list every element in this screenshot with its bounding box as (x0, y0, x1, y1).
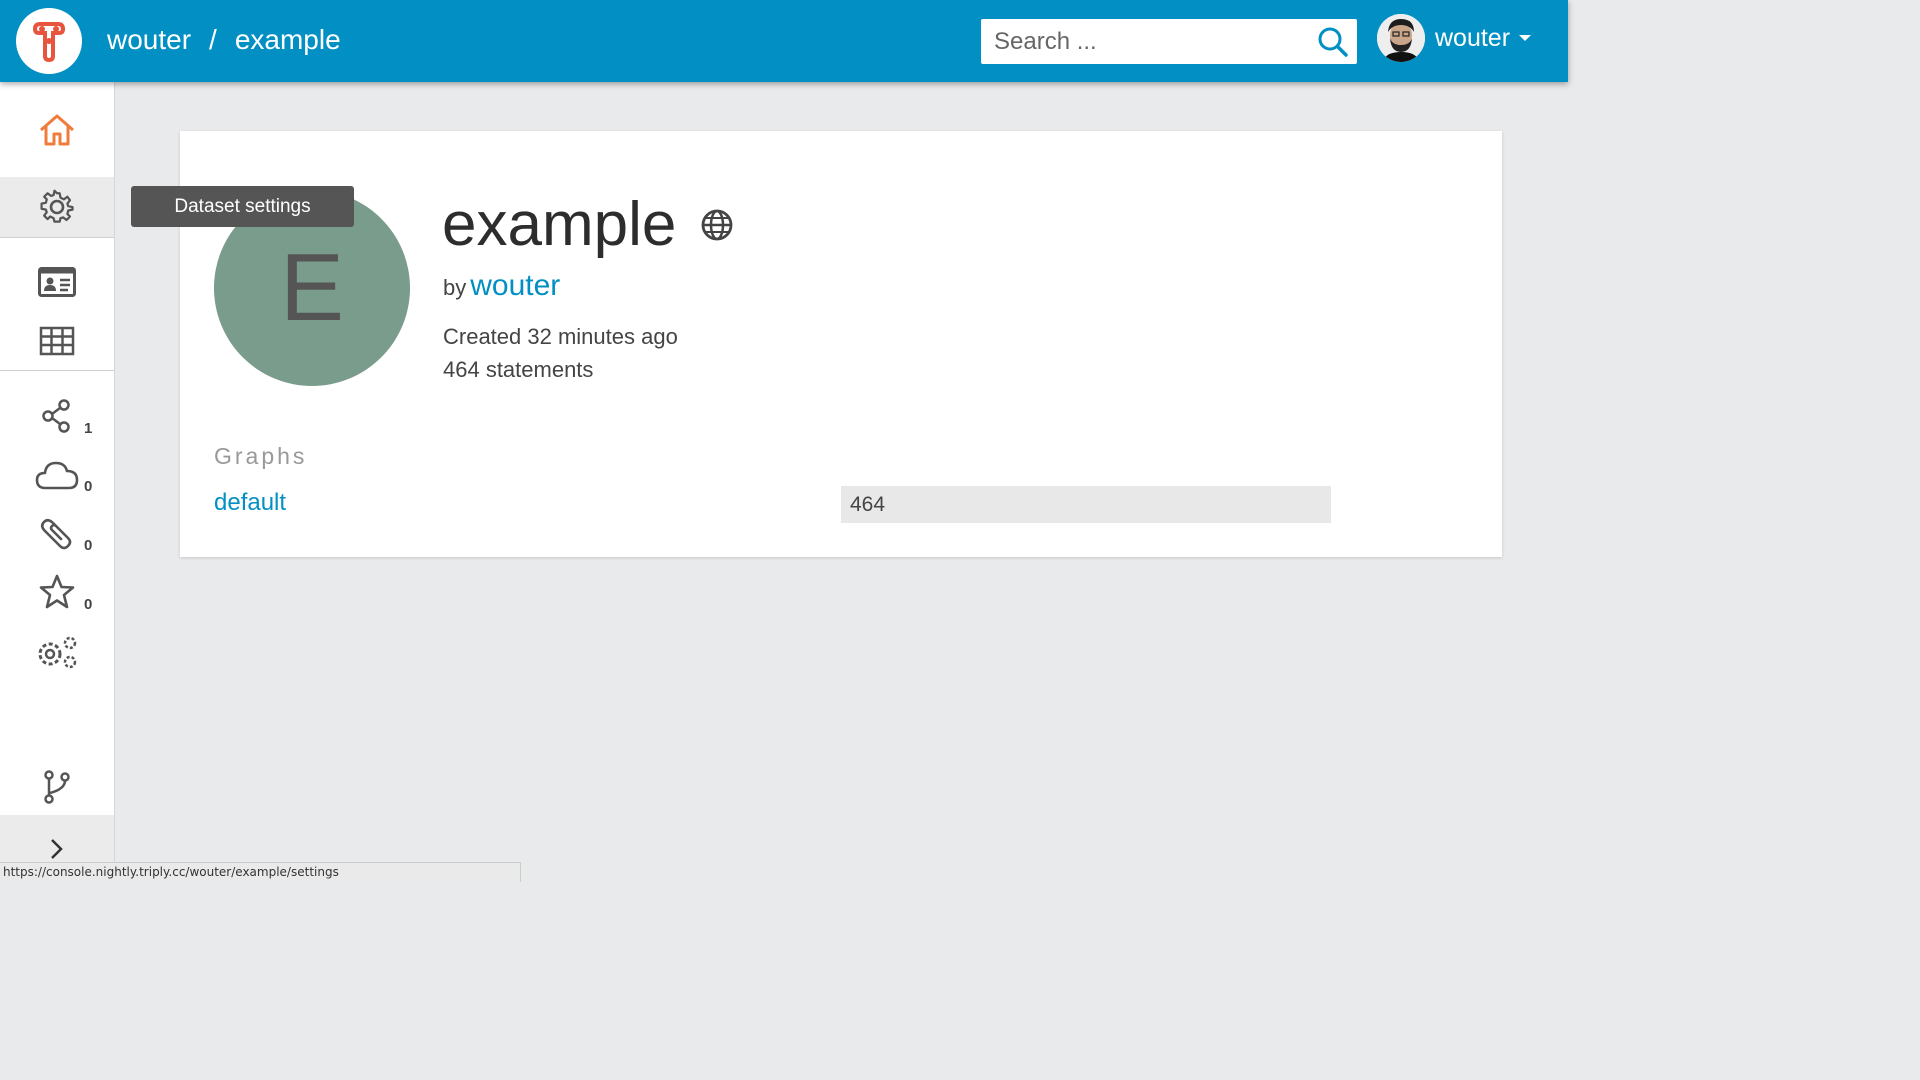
user-menu[interactable]: wouter (1377, 13, 1532, 63)
graph-size-bar: 464 (841, 486, 1331, 523)
home-icon (40, 114, 74, 145)
share-icon (42, 399, 70, 433)
paperclip-icon (40, 518, 72, 550)
user-name: wouter (1435, 23, 1511, 52)
breadcrumb-dataset[interactable]: example (235, 24, 341, 56)
gear-icon (40, 189, 74, 223)
avatar (1377, 14, 1425, 62)
tooltip: Dataset settings (131, 186, 354, 227)
sidebar: 1 0 0 0 (0, 82, 115, 882)
triply-logo[interactable] (16, 8, 82, 74)
sidebar-item-versions[interactable] (0, 757, 114, 817)
sidebar-item-information[interactable] (0, 254, 114, 310)
caret-down-icon (1519, 35, 1532, 41)
globe-icon (701, 209, 733, 240)
dataset-title: example (442, 190, 677, 259)
page-title: example (442, 189, 734, 260)
user-photo-icon (1377, 14, 1425, 62)
by-label: by (443, 275, 467, 300)
public-access (700, 208, 734, 242)
sidebar-item-stories[interactable] (0, 564, 114, 620)
sidebar-divider (0, 237, 114, 238)
sidebar-item-home[interactable] (0, 92, 114, 167)
link-status-bar: https://console.nightly.triply.cc/wouter… (0, 862, 521, 882)
created-time: Created 32 minutes ago (443, 324, 678, 349)
search-icon (1318, 27, 1348, 57)
sidebar-item-settings[interactable] (0, 177, 114, 237)
graphs-heading: Graphs (214, 443, 308, 469)
dataset-initial: E (279, 234, 345, 341)
stories-count: 0 (84, 596, 93, 613)
search-button[interactable] (1315, 24, 1351, 60)
graph-statement-count: 464 (850, 492, 886, 516)
breadcrumb-separator: / (209, 24, 217, 55)
sidebar-item-assets[interactable] (0, 505, 114, 561)
id-card-icon (38, 267, 76, 297)
sidebar-divider (0, 370, 114, 371)
graphs-count: 1 (84, 420, 93, 437)
sidebar-item-services[interactable] (0, 447, 114, 503)
sidebar-item-graphs[interactable] (0, 387, 114, 445)
logo-icon (32, 22, 66, 63)
chevron-right-icon (51, 838, 63, 859)
breadcrumb-owner[interactable]: wouter (107, 24, 191, 56)
services-count: 0 (84, 478, 93, 495)
sidebar-item-table[interactable] (0, 314, 114, 368)
statement-count: 464 statements (443, 357, 594, 382)
top-bar: wouter / example wouter (0, 0, 1568, 82)
gears-icon (38, 636, 77, 669)
assets-count: 0 (84, 537, 93, 554)
star-icon (39, 574, 75, 609)
owner-link[interactable]: wouter (470, 269, 560, 302)
sidebar-item-admin[interactable] (0, 624, 114, 680)
owner-line: by wouter (443, 269, 560, 303)
dataset-card: E example by wouter Created 32 minutes ag… (180, 131, 1502, 557)
breadcrumb: wouter / example (107, 24, 341, 56)
search-input[interactable] (981, 19, 1311, 64)
cloud-icon (35, 461, 79, 490)
table-icon (39, 326, 75, 356)
branch-icon (44, 770, 70, 804)
graph-link-default[interactable]: default (214, 489, 286, 517)
search-box (981, 19, 1357, 64)
